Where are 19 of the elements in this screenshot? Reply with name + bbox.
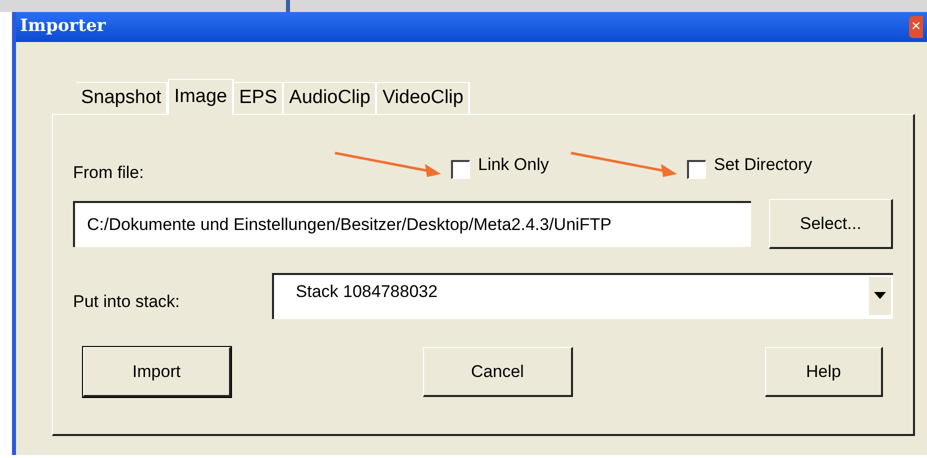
checkbox-label: Link Only	[478, 154, 549, 176]
tab[interactable]: Image	[168, 79, 234, 115]
file-path-field[interactable]: C:/Dokumente und Einstellungen/Besitzer/Desktop/Meta2.4.3/UniFTP	[73, 201, 752, 247]
dialog-button[interactable]: Import	[83, 347, 231, 397]
tab[interactable]: AudioClip	[284, 82, 378, 114]
checkbox[interactable]	[451, 160, 470, 179]
stack-dropdown[interactable]: Stack 1084788032	[272, 273, 893, 319]
dialog-button[interactable]: Cancel	[423, 347, 573, 397]
dialog-button[interactable]: Help	[765, 347, 883, 397]
close-button[interactable]: ×	[909, 16, 923, 38]
field-label: From file:	[73, 162, 145, 184]
checkbox-label: Set Directory	[714, 154, 812, 176]
tab[interactable]: VideoClip	[377, 82, 470, 114]
field-label: Put into stack:	[73, 291, 181, 314]
checkbox[interactable]	[686, 160, 706, 179]
dialog-button[interactable]: Select...	[769, 199, 893, 249]
dropdown-value: Stack 1084788032	[294, 281, 439, 303]
window-title: Importer	[20, 15, 106, 38]
tab[interactable]: EPS	[234, 82, 284, 114]
